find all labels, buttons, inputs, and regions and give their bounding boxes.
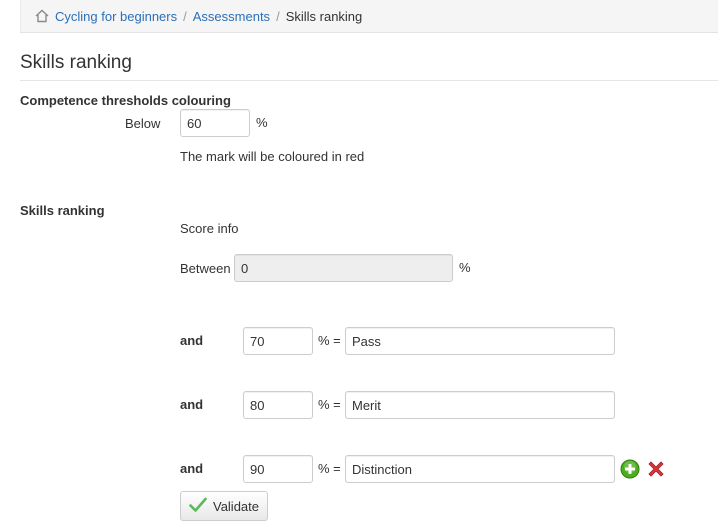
rank-threshold-input[interactable]	[243, 391, 313, 419]
ranking-heading: Skills ranking	[20, 203, 105, 218]
percent-equals-label: % =	[318, 333, 341, 348]
threshold-help-text: The mark will be coloured in red	[180, 149, 365, 164]
breadcrumb-link-assessments[interactable]: Assessments	[193, 9, 270, 24]
below-threshold-input[interactable]	[180, 109, 250, 137]
thresholds-heading: Competence thresholds colouring	[20, 93, 231, 108]
breadcrumb-current: Skills ranking	[285, 8, 363, 24]
breadcrumb: Cycling for beginners / Assessments / Sk…	[20, 0, 718, 33]
breadcrumb-link-course[interactable]: Cycling for beginners	[55, 9, 177, 24]
rank-name-input[interactable]	[345, 391, 615, 419]
validate-button-label: Validate	[212, 498, 259, 514]
between-percent-label: %	[459, 260, 471, 275]
home-icon[interactable]	[35, 9, 49, 23]
breadcrumb-separator: /	[276, 8, 280, 24]
delete-icon[interactable]	[645, 458, 667, 480]
percent-equals-label: % =	[318, 397, 341, 412]
rank-threshold-input[interactable]	[243, 455, 313, 483]
between-label: Between	[180, 261, 231, 276]
between-input	[234, 254, 453, 282]
rank-name-input[interactable]	[345, 455, 615, 483]
rank-name-input[interactable]	[345, 327, 615, 355]
add-icon[interactable]	[619, 458, 641, 480]
breadcrumb-separator: /	[183, 8, 187, 24]
and-label: and	[180, 333, 204, 348]
title-divider	[20, 80, 718, 81]
check-icon	[189, 497, 207, 516]
page-title: Skills ranking	[20, 52, 132, 73]
score-info-label: Score info	[180, 221, 239, 236]
and-label: and	[180, 397, 204, 412]
below-label: Below	[125, 116, 161, 131]
validate-button[interactable]: Validate	[180, 491, 268, 521]
percent-equals-label: % =	[318, 461, 341, 476]
and-label: and	[180, 461, 204, 476]
rank-threshold-input[interactable]	[243, 327, 313, 355]
below-percent-label: %	[256, 115, 268, 130]
